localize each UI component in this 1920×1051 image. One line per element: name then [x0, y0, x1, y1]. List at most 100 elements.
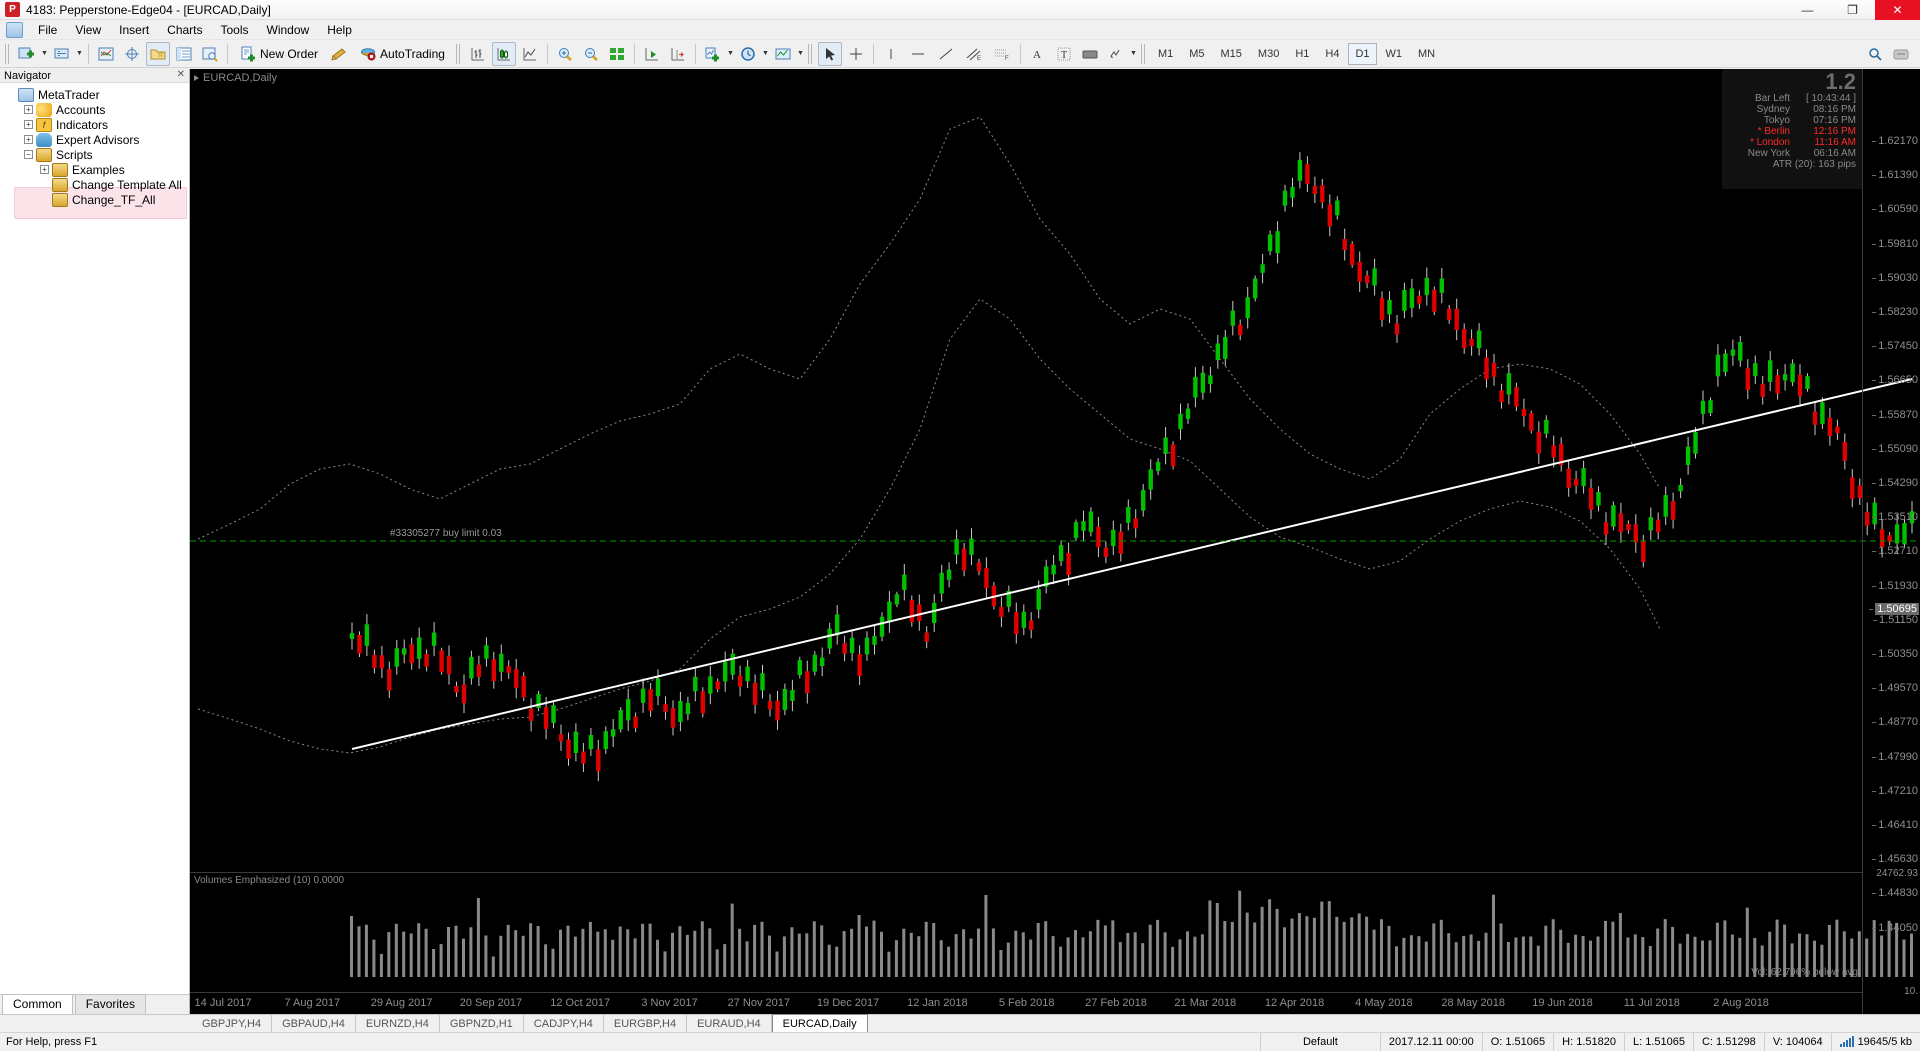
- tree-item-scripts[interactable]: − Scripts: [6, 147, 189, 162]
- arrows-dropdown-icon[interactable]: ▼: [1129, 42, 1138, 66]
- timeframe-m15[interactable]: M15: [1214, 43, 1249, 65]
- profiles-icon[interactable]: [50, 42, 74, 66]
- tree-item-indicators[interactable]: + f Indicators: [6, 117, 189, 132]
- chart-tab-eurnzd-h4[interactable]: EURNZD,H4: [356, 1015, 440, 1032]
- text-label-icon[interactable]: T: [1052, 42, 1076, 66]
- fibonacci-icon[interactable]: F: [989, 42, 1015, 66]
- navigator-icon[interactable]: [146, 42, 170, 66]
- market-watch-icon[interactable]: [94, 42, 118, 66]
- chart-shift-icon[interactable]: [666, 42, 690, 66]
- mt4-document-icon: [6, 22, 23, 38]
- close-icon[interactable]: ✕: [177, 69, 185, 80]
- vertical-line-icon[interactable]: [879, 42, 903, 66]
- tree-item-change-template-all[interactable]: Change Template All: [6, 177, 189, 192]
- timeframe-mn[interactable]: MN: [1411, 43, 1442, 65]
- status-profile[interactable]: Default: [1260, 1033, 1380, 1051]
- chart-tab-gbpnzd-h1[interactable]: GBPNZD,H1: [440, 1015, 524, 1032]
- candlestick-chart-icon[interactable]: [492, 42, 516, 66]
- price-axis-label: 1.61390: [1878, 169, 1918, 181]
- new-chart-icon[interactable]: [15, 42, 39, 66]
- auto-scroll-icon[interactable]: [640, 42, 664, 66]
- menu-item-file[interactable]: File: [29, 21, 66, 39]
- equidistant-channel-icon[interactable]: E: [961, 42, 987, 66]
- price-axis[interactable]: 1.621701.613901.605901.598101.590301.582…: [1862, 69, 1920, 1014]
- toolbar-grip[interactable]: [5, 44, 11, 64]
- chart-tab-gbpjpy-h4[interactable]: GBPJPY,H4: [192, 1015, 272, 1032]
- timeframe-h4[interactable]: H4: [1318, 43, 1346, 65]
- maximize-button[interactable]: ❐: [1830, 0, 1875, 20]
- toolbar-grip[interactable]: [808, 44, 814, 64]
- timeframe-w1[interactable]: W1: [1379, 43, 1410, 65]
- periods-dropdown-icon[interactable]: ▼: [761, 42, 770, 66]
- chart-tab-eurgbp-h4[interactable]: EURGBP,H4: [604, 1015, 687, 1032]
- tree-item-examples[interactable]: + Examples: [6, 162, 189, 177]
- volume-subwindow: Volumes Emphasized (10) 0.0000 24762.93 …: [190, 872, 1862, 992]
- timeframe-m30[interactable]: M30: [1251, 43, 1286, 65]
- navigator-tab-common[interactable]: Common: [2, 994, 73, 1014]
- line-chart-icon[interactable]: [518, 42, 542, 66]
- arrows-icon[interactable]: [1104, 42, 1128, 66]
- timeframe-d1[interactable]: D1: [1348, 43, 1376, 65]
- autotrading-button[interactable]: AutoTrading: [353, 42, 452, 66]
- minimize-button[interactable]: —: [1785, 0, 1830, 20]
- menu-item-charts[interactable]: Charts: [158, 21, 211, 39]
- zoom-in-icon[interactable]: [553, 42, 577, 66]
- toolbar-grip[interactable]: [1141, 44, 1147, 64]
- expander-icon[interactable]: +: [24, 135, 33, 144]
- trendline[interactable]: [352, 379, 1912, 749]
- tree-item-accounts[interactable]: + Accounts: [6, 102, 189, 117]
- menu-item-window[interactable]: Window: [258, 21, 319, 39]
- chart-tab-euraud-h4[interactable]: EURAUD,H4: [687, 1015, 772, 1032]
- periods-clock-icon[interactable]: [736, 42, 760, 66]
- timeframe-m1[interactable]: M1: [1151, 43, 1180, 65]
- menu-item-tools[interactable]: Tools: [212, 21, 258, 39]
- mql5-community-icon[interactable]: [1889, 42, 1913, 66]
- close-button[interactable]: ✕: [1875, 0, 1920, 20]
- timeframe-m5[interactable]: M5: [1182, 43, 1211, 65]
- cursor-icon[interactable]: [818, 42, 842, 66]
- horizontal-line-icon[interactable]: [905, 42, 931, 66]
- tree-item-expert-advisors[interactable]: + Expert Advisors: [6, 132, 189, 147]
- collapse-triangle-icon[interactable]: [194, 75, 199, 81]
- profiles-dropdown-icon[interactable]: ▼: [75, 42, 84, 66]
- strategy-tester-icon[interactable]: [198, 42, 222, 66]
- expander-icon[interactable]: +: [24, 120, 33, 129]
- status-connection[interactable]: 19645/5 kb: [1831, 1033, 1920, 1051]
- menu-item-view[interactable]: View: [66, 21, 110, 39]
- trendline-icon[interactable]: [933, 42, 959, 66]
- rectangle-icon[interactable]: [1078, 42, 1102, 66]
- toolbar-grip[interactable]: [456, 44, 462, 64]
- terminal-icon[interactable]: [172, 42, 196, 66]
- tile-windows-icon[interactable]: [605, 42, 629, 66]
- main-toolbar: ▼ ▼ New Order AutoTrading: [0, 40, 1920, 68]
- expander-icon[interactable]: −: [24, 150, 33, 159]
- zoom-out-icon[interactable]: [579, 42, 603, 66]
- menu-item-insert[interactable]: Insert: [110, 21, 158, 39]
- chart-tab-cadjpy-h4[interactable]: CADJPY,H4: [524, 1015, 604, 1032]
- templates-dropdown-icon[interactable]: ▼: [796, 42, 805, 66]
- text-icon[interactable]: A: [1026, 42, 1050, 66]
- templates-icon[interactable]: [771, 42, 795, 66]
- indicators-dropdown-icon[interactable]: ▼: [726, 42, 735, 66]
- timeframe-h1[interactable]: H1: [1288, 43, 1316, 65]
- chart-tab-gbpaud-h4[interactable]: GBPAUD,H4: [272, 1015, 356, 1032]
- chart-tab-eurcad-daily[interactable]: EURCAD,Daily: [772, 1014, 868, 1032]
- svg-text:F: F: [1005, 56, 1009, 62]
- price-axis-label: 1.48770: [1878, 716, 1918, 728]
- navigator-tab-favorites[interactable]: Favorites: [75, 994, 146, 1014]
- indicators-icon[interactable]: [701, 42, 725, 66]
- expander-icon[interactable]: +: [40, 165, 49, 174]
- time-axis[interactable]: 14 Jul 20177 Aug 201729 Aug 201720 Sep 2…: [190, 992, 1862, 1014]
- new-chart-dropdown-icon[interactable]: ▼: [40, 42, 49, 66]
- crosshair-icon[interactable]: [844, 42, 868, 66]
- bar-chart-icon[interactable]: [466, 42, 490, 66]
- new-order-button[interactable]: New Order: [233, 42, 325, 66]
- data-window-icon[interactable]: [120, 42, 144, 66]
- expander-icon[interactable]: +: [24, 105, 33, 114]
- tree-item-change-tf-all[interactable]: Change_TF_All: [6, 192, 189, 207]
- chart-canvas[interactable]: EURCAD,Daily #33305277 buy limit 0.03 1.…: [190, 69, 1920, 1014]
- metaeditor-icon[interactable]: [327, 42, 351, 66]
- tree-item-metatrader[interactable]: MetaTrader: [6, 87, 189, 102]
- menu-item-help[interactable]: Help: [318, 21, 361, 39]
- search-icon[interactable]: [1863, 42, 1887, 66]
